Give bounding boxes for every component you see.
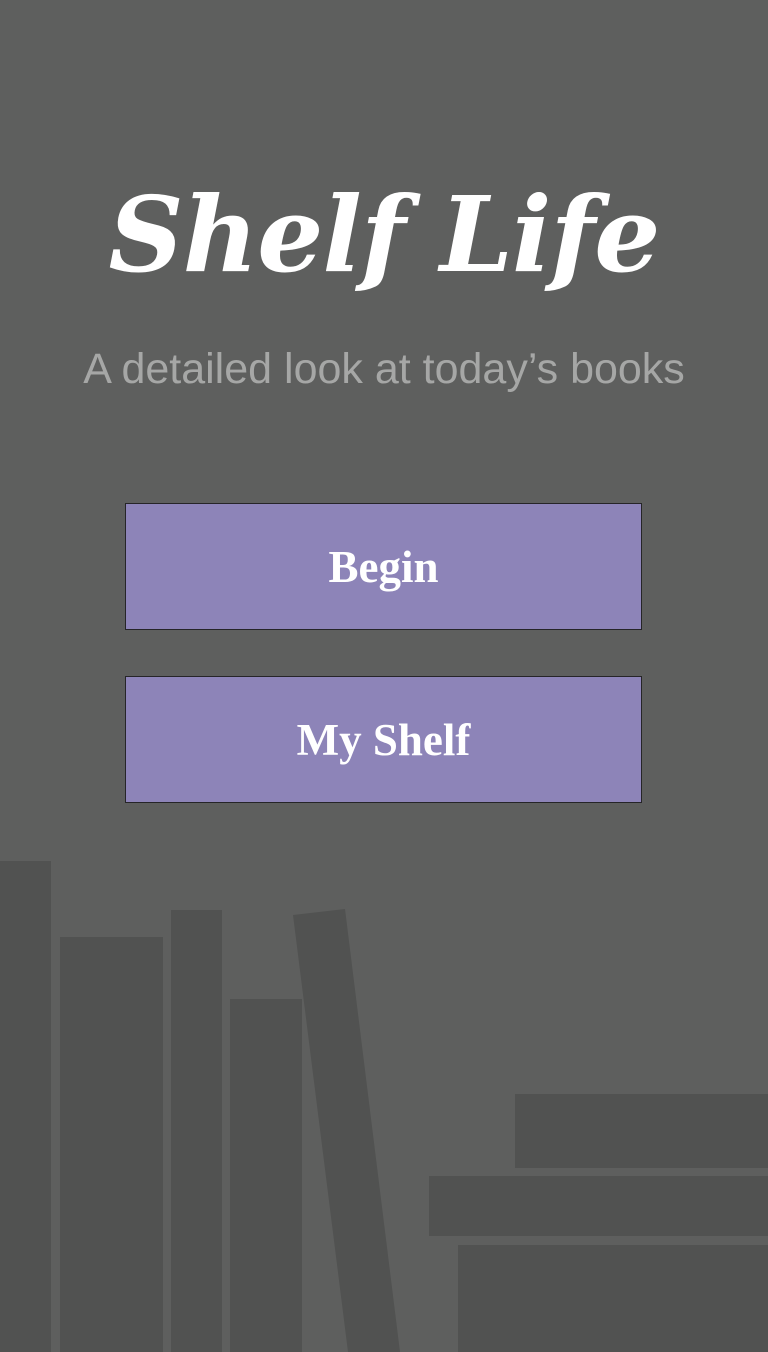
app-title: Shelf Life — [108, 173, 661, 296]
begin-button[interactable]: Begin — [125, 503, 642, 630]
my-shelf-button-label: My Shelf — [296, 714, 471, 765]
book-spine-1 — [0, 861, 51, 1352]
stacked-book-middle — [429, 1176, 768, 1236]
book-spine-2 — [60, 937, 163, 1352]
app-subtitle: A detailed look at today’s books — [83, 345, 685, 393]
my-shelf-button[interactable]: My Shelf — [125, 676, 642, 803]
stacked-book-bottom — [458, 1245, 768, 1352]
book-spine-3 — [171, 910, 222, 1352]
begin-button-label: Begin — [328, 541, 439, 592]
splash-screen: Shelf Life A detailed look at today’s bo… — [0, 0, 768, 1352]
book-spine-4 — [230, 999, 302, 1352]
stacked-book-top — [515, 1094, 768, 1168]
leaning-book — [293, 909, 400, 1352]
